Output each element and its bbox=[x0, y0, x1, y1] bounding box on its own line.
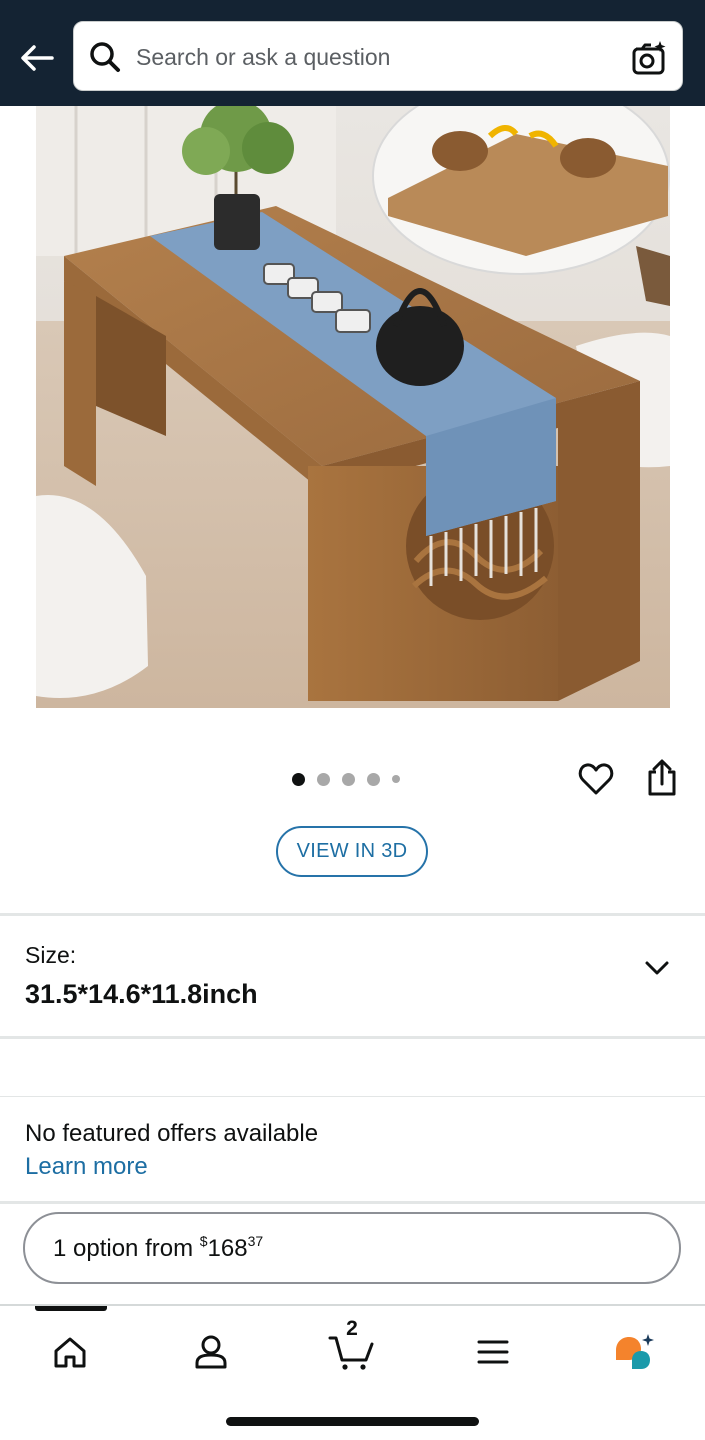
back-arrow-icon bbox=[21, 45, 54, 71]
tab-account[interactable] bbox=[171, 1322, 251, 1382]
section-divider bbox=[0, 1096, 705, 1097]
size-label: Size: bbox=[25, 942, 77, 968]
offers-section: No featured offers available Learn more bbox=[0, 1098, 705, 1202]
buying-options-button[interactable]: 1 option from $16837 bbox=[23, 1212, 681, 1284]
price-currency: $ bbox=[199, 1233, 208, 1249]
price-fraction: 37 bbox=[247, 1233, 264, 1249]
product-image[interactable] bbox=[36, 106, 670, 708]
buying-options-text: 1 option from $16837 bbox=[53, 1233, 264, 1263]
active-tab-indicator bbox=[35, 1306, 107, 1311]
carousel-dot[interactable] bbox=[367, 772, 380, 786]
view-in-3d-button[interactable]: VIEW IN 3D bbox=[276, 826, 428, 877]
price-whole: 168 bbox=[207, 1235, 248, 1262]
no-offers-text: No featured offers available bbox=[25, 1120, 319, 1147]
section-divider bbox=[0, 913, 705, 916]
carousel-dot[interactable] bbox=[392, 775, 400, 783]
account-icon bbox=[195, 1335, 227, 1369]
size-selector[interactable]: Size: 31.5*14.6*11.8inch bbox=[0, 918, 705, 1036]
carousel-dot[interactable] bbox=[292, 772, 305, 786]
size-value: 31.5*14.6*11.8inch bbox=[25, 979, 258, 1009]
search-icon bbox=[90, 42, 120, 72]
carousel-dot[interactable] bbox=[342, 772, 355, 786]
image-carousel-dots[interactable] bbox=[292, 771, 400, 787]
heart-icon[interactable] bbox=[577, 760, 615, 798]
home-indicator[interactable] bbox=[226, 1417, 479, 1426]
product-photo bbox=[36, 106, 670, 708]
option-prefix: 1 option from bbox=[53, 1235, 200, 1262]
carousel-dot[interactable] bbox=[317, 772, 330, 786]
rufus-icon bbox=[616, 1334, 654, 1369]
camera-search-icon[interactable] bbox=[630, 39, 668, 77]
share-icon[interactable] bbox=[644, 758, 680, 798]
chevron-down-icon[interactable] bbox=[642, 956, 672, 980]
search-bar[interactable]: Search or ask a question bbox=[73, 21, 683, 91]
home-icon bbox=[54, 1337, 86, 1368]
section-divider bbox=[0, 1201, 705, 1204]
top-bar: Search or ask a question bbox=[0, 0, 705, 106]
learn-more-link[interactable]: Learn more bbox=[25, 1153, 148, 1181]
menu-icon bbox=[477, 1340, 509, 1364]
section-divider bbox=[0, 1036, 705, 1039]
tab-menu[interactable] bbox=[453, 1322, 533, 1382]
cart-count-badge: 2 bbox=[346, 1317, 358, 1340]
back-button[interactable] bbox=[18, 40, 58, 76]
search-placeholder[interactable]: Search or ask a question bbox=[136, 44, 390, 71]
tab-rufus[interactable] bbox=[594, 1322, 674, 1382]
tab-home[interactable] bbox=[30, 1322, 110, 1382]
